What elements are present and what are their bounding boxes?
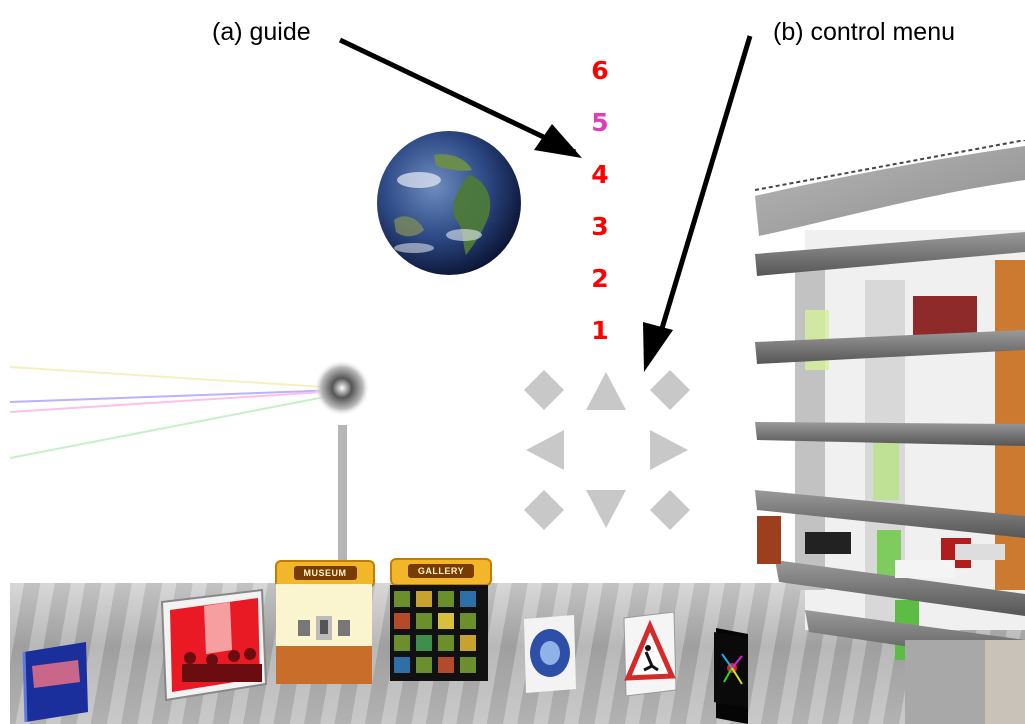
gallery-tag-label: GALLERY [407,564,475,578]
theater-exhibit-item[interactable] [160,588,270,706]
museum-tag-label: MUSEUM [293,566,357,580]
floor-1-button[interactable]: 1 [586,316,614,345]
beacon-icon[interactable] [312,358,372,418]
move-right-button[interactable] [648,428,692,472]
blue-book-item[interactable] [22,640,90,724]
move-down-button[interactable] [584,488,628,532]
globe-poster-item[interactable] [522,615,578,693]
building-icon[interactable] [745,140,1025,724]
move-up-right-button[interactable] [648,368,692,412]
guide-arrowhead [534,124,582,158]
floor-6-button[interactable]: 6 [586,56,614,85]
globe-icon[interactable] [374,130,524,276]
move-left-button[interactable] [522,428,566,472]
control-menu-callout: (b) control menu [773,18,956,46]
floor-2-button[interactable]: 2 [586,264,614,293]
move-up-left-button[interactable] [522,368,566,412]
beacon-pole [338,425,347,560]
control-menu-arrowhead [643,322,673,372]
warning-sign-item[interactable] [622,612,678,696]
guide-callout: (a) guide [212,18,311,46]
museum-exhibit-item[interactable] [276,584,372,684]
floor-5-button[interactable]: 5 [586,108,614,137]
gallery-tag[interactable]: GALLERY [390,558,492,586]
control-menu-arrow [657,35,753,336]
floor-3-button[interactable]: 3 [586,212,614,241]
move-up-button[interactable] [584,368,628,412]
gallery-exhibit-item[interactable] [390,585,488,681]
move-down-left-button[interactable] [522,488,566,532]
floor-4-button[interactable]: 4 [586,160,614,189]
move-down-right-button[interactable] [648,488,692,532]
